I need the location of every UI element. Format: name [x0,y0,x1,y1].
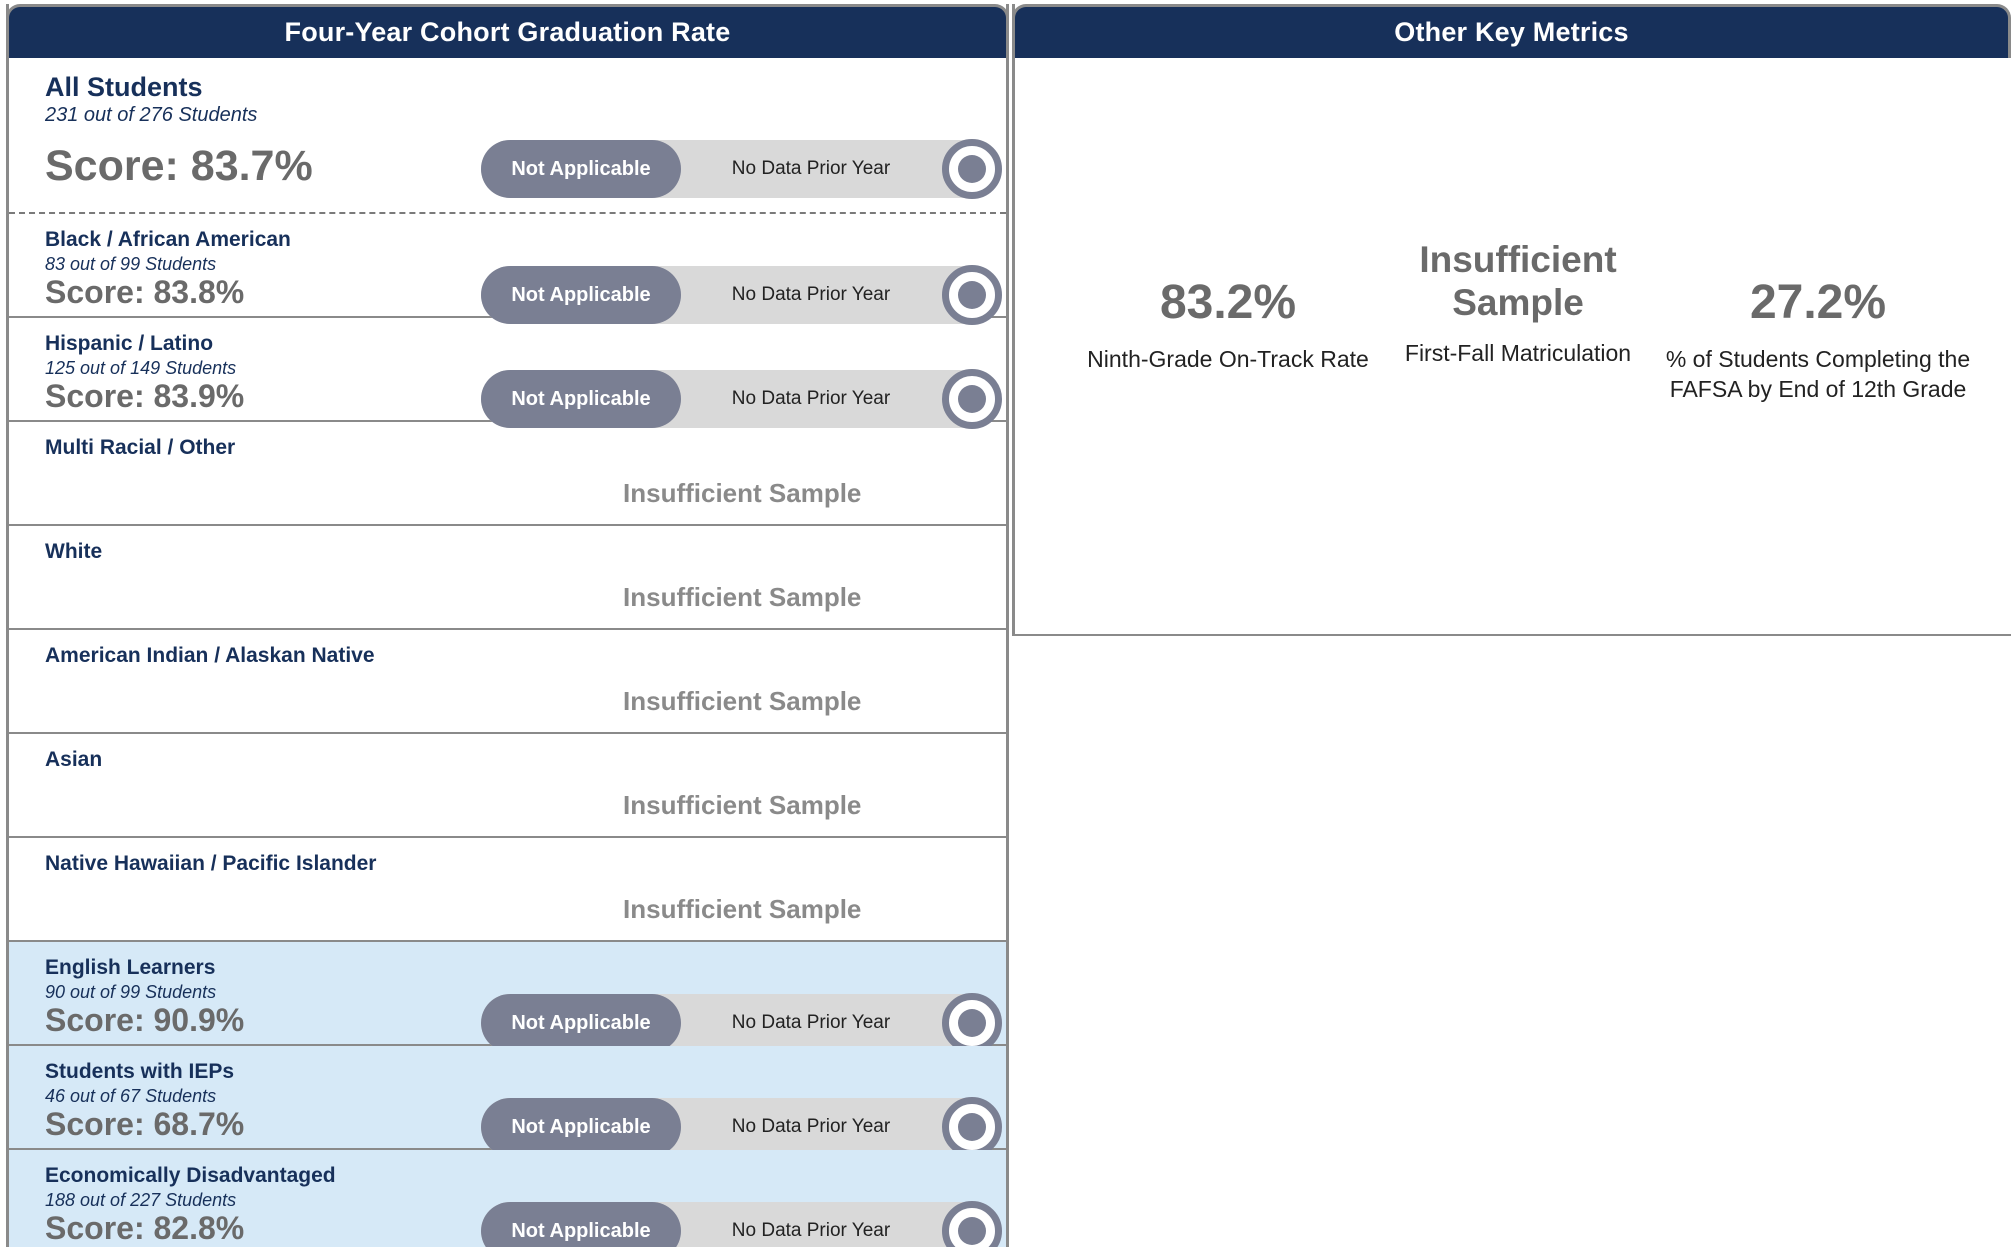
not-applicable-badge: Not Applicable [481,140,681,198]
group-score: Score: 83.9% [45,378,245,414]
metric-label: First-Fall Matriculation [1404,340,1632,366]
group-count: 46 out of 67 Students [45,1086,217,1106]
group-score: Score: 83.8% [45,274,245,310]
metric-fafsa-completion: 27.2% % of Students Completing the FAFSA… [1658,276,1978,404]
status-pill: Not Applicable No Data Prior Year [481,139,1002,199]
metric-value-line2: Sample [1452,282,1584,323]
status-pill: Not Applicable No Data Prior Year [481,993,1002,1053]
target-ring-icon [942,265,1002,325]
other-key-metrics-header: Other Key Metrics [1012,4,2011,58]
group-row-multi-racial-other: Multi Racial / Other Insufficient Sample [9,422,1006,526]
insufficient-sample-label: Insufficient Sample [623,478,862,508]
target-ring-icon [942,369,1002,429]
no-data-prior-year-label: No Data Prior Year [731,1116,891,1137]
no-data-prior-year-label: No Data Prior Year [731,284,891,305]
group-name: Economically Disadvantaged [45,1164,336,1187]
group-name: Multi Racial / Other [45,436,236,459]
group-score: Score: 83.7% [45,142,313,190]
no-data-prior-year-label: No Data Prior Year [731,158,891,179]
graduation-rate-panel: Four-Year Cohort Graduation Rate All Stu… [6,4,1009,1247]
group-name: White [45,540,103,563]
target-ring-icon [942,993,1002,1053]
status-pill: Not Applicable No Data Prior Year [481,1097,1002,1157]
target-ring-icon [942,139,1002,199]
metric-label-line1: % of Students Completing the [1665,346,1971,372]
group-row-all-students: All Students 231 out of 276 Students Sco… [9,58,1006,214]
metric-value: 27.2% [1749,276,1887,329]
group-row-white: White Insufficient Sample [9,526,1006,630]
status-pill: Not Applicable No Data Prior Year [481,369,1002,429]
group-count: 83 out of 99 Students [45,254,217,274]
group-score: Score: 90.9% [45,1002,245,1038]
group-row-students-with-ieps: Students with IEPs 46 out of 67 Students… [9,1046,1006,1157]
metric-label: Ninth-Grade On-Track Rate [1087,346,1369,372]
target-ring-icon [942,1097,1002,1157]
metrics-area: 83.2% Ninth-Grade On-Track Rate Insuffic… [1015,58,2011,636]
insufficient-sample-label: Insufficient Sample [623,686,862,716]
metric-first-fall-matriculation: Insufficient Sample First-Fall Matricula… [1368,238,1668,368]
metric-label-line2: FAFSA by End of 12th Grade [1669,376,1967,402]
group-row-english-learners: English Learners 90 out of 99 Students S… [9,942,1006,1053]
group-row-american-indian-alaskan-native: American Indian / Alaskan Native Insuffi… [9,630,1006,734]
not-applicable-badge: Not Applicable [481,266,681,324]
other-key-metrics-panel: Other Key Metrics 83.2% Ninth-Grade On-T… [1012,4,2011,636]
group-row-native-hawaiian-pacific-islander: Native Hawaiian / Pacific Islander Insuf… [9,838,1006,942]
no-data-prior-year-label: No Data Prior Year [731,388,891,409]
status-pill: Not Applicable No Data Prior Year [481,265,1002,325]
not-applicable-badge: Not Applicable [481,370,681,428]
insufficient-sample-label: Insufficient Sample [623,582,862,612]
group-score: Score: 68.7% [45,1106,245,1142]
not-applicable-badge: Not Applicable [481,1098,681,1156]
group-count: 231 out of 276 Students [45,104,258,126]
group-count: 90 out of 99 Students [45,982,217,1002]
group-row-hispanic-latino: Hispanic / Latino 125 out of 149 Student… [9,318,1006,429]
no-data-prior-year-label: No Data Prior Year [731,1220,891,1241]
group-name: Hispanic / Latino [45,332,214,355]
group-count: 188 out of 227 Students [45,1190,237,1210]
metric-value: 83.2% [1159,276,1297,329]
insufficient-sample-label: Insufficient Sample [623,790,862,820]
metric-ninth-grade-on-track: 83.2% Ninth-Grade On-Track Rate [1078,276,1378,374]
group-name: English Learners [45,956,216,979]
group-name: American Indian / Alaskan Native [45,644,375,667]
target-ring-icon [942,1201,1002,1247]
insufficient-sample-label: Insufficient Sample [623,894,862,924]
graduation-rate-header: Four-Year Cohort Graduation Rate [6,4,1009,58]
group-count: 125 out of 149 Students [45,358,237,378]
group-name: All Students [45,72,203,102]
group-name: Black / African American [45,228,291,251]
group-name: Students with IEPs [45,1060,235,1083]
status-pill: Not Applicable No Data Prior Year [481,1201,1002,1247]
group-row-asian: Asian Insufficient Sample [9,734,1006,838]
group-name: Native Hawaiian / Pacific Islander [45,852,377,875]
group-row-economically-disadvantaged: Economically Disadvantaged 188 out of 22… [9,1150,1006,1247]
group-row-black-african-american: Black / African American 83 out of 99 St… [9,214,1006,325]
metric-value-line1: Insufficient [1419,239,1617,280]
not-applicable-badge: Not Applicable [481,1202,681,1247]
group-score: Score: 82.8% [45,1210,245,1246]
no-data-prior-year-label: No Data Prior Year [731,1012,891,1033]
not-applicable-badge: Not Applicable [481,994,681,1052]
group-name: Asian [45,748,103,771]
